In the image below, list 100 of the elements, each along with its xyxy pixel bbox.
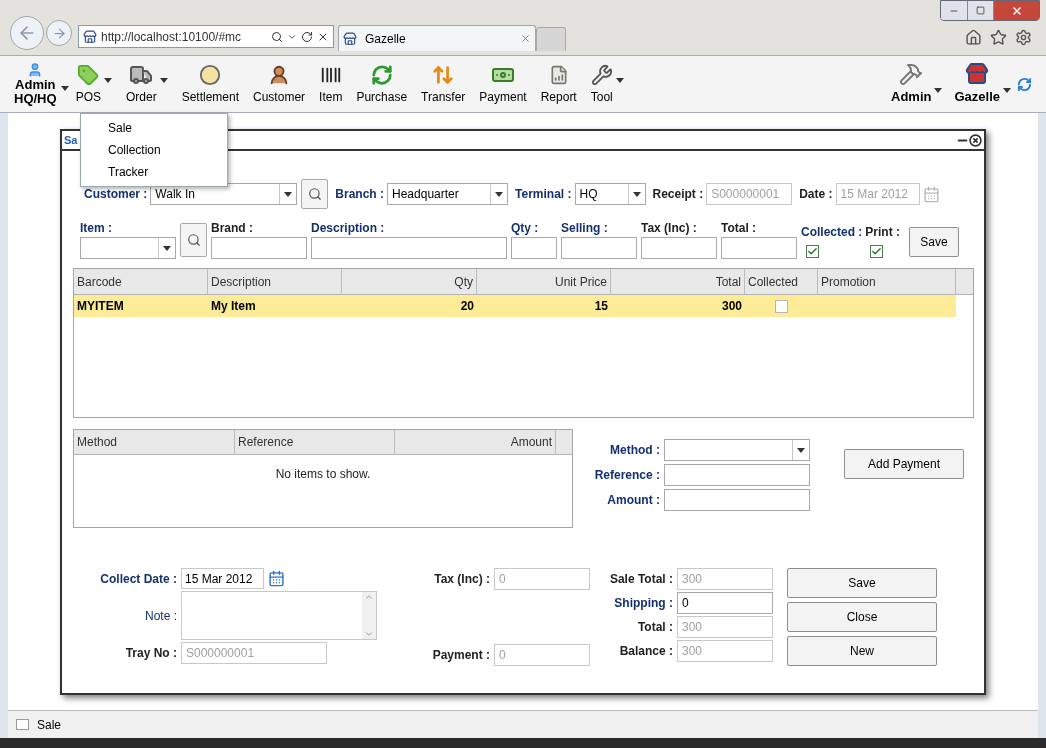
field-label: Amount : [607, 492, 660, 509]
toolbar-button[interactable]: Tool [590, 62, 624, 106]
text-field[interactable] [211, 237, 307, 259]
table-cell-text: 15 [593, 298, 609, 315]
column-header[interactable]: Unit Price [477, 269, 611, 294]
column-header[interactable]: Collected [745, 269, 818, 294]
toolbar-icon [370, 62, 393, 88]
form-button[interactable]: New [787, 636, 937, 666]
toolbar-button[interactable]: Settlement [181, 62, 240, 106]
refresh-icon[interactable] [1017, 76, 1032, 92]
toolbar-button[interactable]: Order [125, 62, 168, 106]
maximize-button[interactable] [967, 1, 993, 20]
toolbar-icon [899, 62, 924, 87]
toolbar-button[interactable]: Gazelle [954, 62, 1011, 106]
close-icon[interactable] [969, 133, 982, 147]
caret-icon [159, 78, 168, 83]
browser-tab[interactable]: Gazelle [338, 25, 536, 51]
column-header[interactable]: Reference [235, 430, 395, 454]
search-icon [271, 30, 283, 43]
checkbox[interactable] [775, 299, 788, 313]
field-label: Brand : [211, 220, 254, 237]
field-label: Sale Total : [609, 571, 673, 588]
search-button[interactable] [301, 179, 329, 209]
text-field[interactable]: 0 [677, 592, 773, 614]
toolbar-icon [77, 62, 100, 88]
combo-box[interactable]: Walk In [150, 183, 298, 205]
field-label: Tax (Inc) : [434, 571, 490, 588]
form-button[interactable]: Add Payment [844, 449, 964, 479]
text-field[interactable] [641, 237, 717, 259]
combo-box[interactable]: HQ [574, 183, 646, 205]
caret-icon [284, 191, 293, 197]
scroll-down-icon [364, 629, 374, 639]
new-tab-button[interactable] [536, 27, 566, 51]
address-bar[interactable]: http://localhost:10100/#mc [78, 25, 334, 48]
toolbar-icon [965, 62, 990, 87]
column-header[interactable]: Description [208, 269, 342, 294]
site-icon [83, 29, 97, 44]
search-icon [307, 187, 322, 201]
text-field[interactable] [311, 237, 507, 259]
text-field[interactable] [664, 489, 810, 511]
text-field[interactable] [511, 237, 557, 259]
field-label: Total : [721, 220, 758, 237]
table-row[interactable]: MYITEM My Item 20 15 300 [74, 295, 956, 317]
calendar-icon[interactable] [268, 570, 285, 587]
column-header[interactable]: Amount [395, 430, 556, 454]
column-header[interactable]: Promotion [818, 269, 956, 294]
toolbar-button[interactable]: Admin [891, 62, 943, 106]
home-icon[interactable] [965, 29, 982, 46]
menu-item[interactable]: Collection [81, 139, 227, 161]
combo-box[interactable]: Headquarter [387, 183, 509, 205]
checkbox[interactable] [806, 245, 819, 258]
menu-item[interactable]: Tracker [81, 161, 227, 183]
column-header[interactable]: Qty [342, 269, 477, 294]
toolbar-button[interactable]: POS [75, 62, 112, 106]
toolbar-button[interactable]: Item [319, 62, 343, 106]
field-label: Item : [80, 220, 113, 237]
field-label: Qty : [511, 220, 540, 237]
close-icon [1010, 4, 1023, 17]
form-button[interactable]: Save [909, 227, 959, 257]
field-label: Shipping : [614, 595, 673, 612]
toolbar-button[interactable]: Transfer [421, 62, 466, 106]
toolbar-button[interactable]: Customer [253, 62, 306, 106]
caret-icon [615, 78, 624, 83]
column-header[interactable]: Barcode [74, 269, 208, 294]
field-label: Selling : [561, 220, 609, 237]
toolbar-button[interactable]: Report [540, 62, 577, 106]
settings-icon[interactable] [1015, 29, 1032, 46]
toolbar-icon [199, 62, 222, 88]
field-label: Description : [311, 220, 386, 237]
search-button[interactable] [180, 223, 207, 257]
user-menu[interactable]: Admin HQ/HQ [14, 62, 57, 106]
toolbar-button[interactable]: Payment [479, 62, 527, 106]
date-field[interactable]: 15 Mar 2012 [181, 568, 264, 589]
text-field[interactable] [721, 237, 797, 259]
text-field[interactable] [561, 237, 637, 259]
column-header[interactable]: Method [74, 430, 235, 454]
menu-item[interactable]: Sale [81, 117, 227, 139]
dialog-title: Sa [64, 132, 78, 148]
field-label: Print : [865, 224, 900, 241]
star-icon[interactable] [990, 29, 1007, 46]
checkbox[interactable] [870, 245, 884, 258]
back-button[interactable] [10, 16, 44, 50]
forward-button[interactable] [46, 20, 72, 46]
close-button[interactable] [993, 1, 1039, 20]
field-label: Balance : [619, 643, 673, 660]
site-icon [343, 31, 357, 46]
caret-icon [495, 191, 504, 197]
minimize-button[interactable] [941, 1, 967, 20]
combo-box[interactable] [664, 439, 810, 461]
field-label: Receipt : [652, 186, 704, 203]
field-label: Collect Date : [100, 570, 177, 588]
maximize-icon [976, 6, 985, 15]
form-button[interactable]: Save [787, 568, 937, 598]
combo-box[interactable] [80, 237, 176, 259]
toolbar-button[interactable]: Purchase [356, 62, 408, 106]
field-label: Reference : [594, 467, 660, 484]
text-field[interactable] [664, 464, 810, 486]
form-button[interactable]: Close [787, 602, 937, 632]
column-header[interactable]: Total [611, 269, 745, 294]
field-label: Date : [799, 186, 833, 203]
